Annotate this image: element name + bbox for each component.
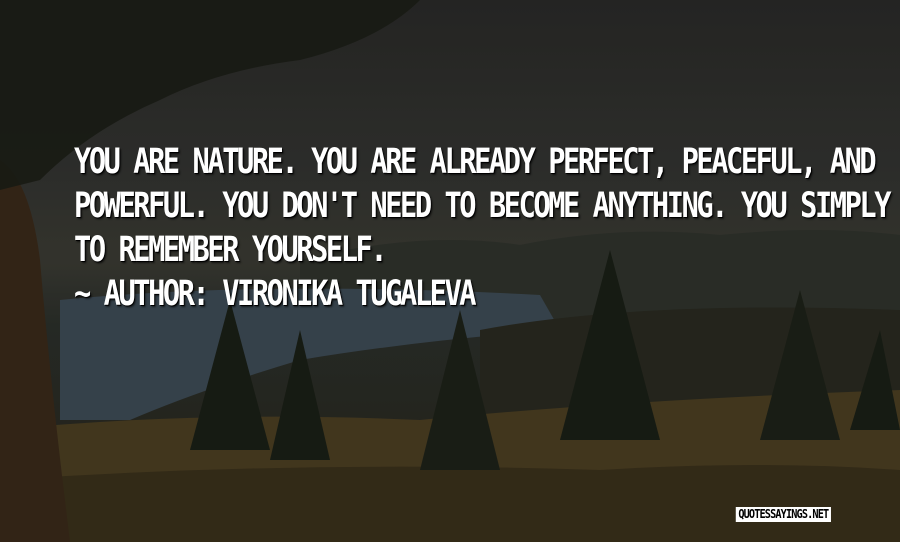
quote-text-block: YOU ARE NATURE. YOU ARE ALREADY PERFECT,… — [74, 140, 900, 316]
watermark-logo: QUOTESSAYINGS.NET — [735, 507, 831, 522]
quote-line: POWERFUL. YOU DON'T NEED TO BECOME ANYTH… — [74, 186, 900, 226]
quote-line: YOU ARE NATURE. YOU ARE ALREADY PERFECT,… — [74, 142, 877, 182]
quote-line: TO REMEMBER YOURSELF. — [74, 230, 388, 270]
quote-author: ~ AUTHOR: VIRONIKA TUGALEVA — [74, 274, 477, 314]
quote-image: YOU ARE NATURE. YOU ARE ALREADY PERFECT,… — [0, 0, 900, 542]
